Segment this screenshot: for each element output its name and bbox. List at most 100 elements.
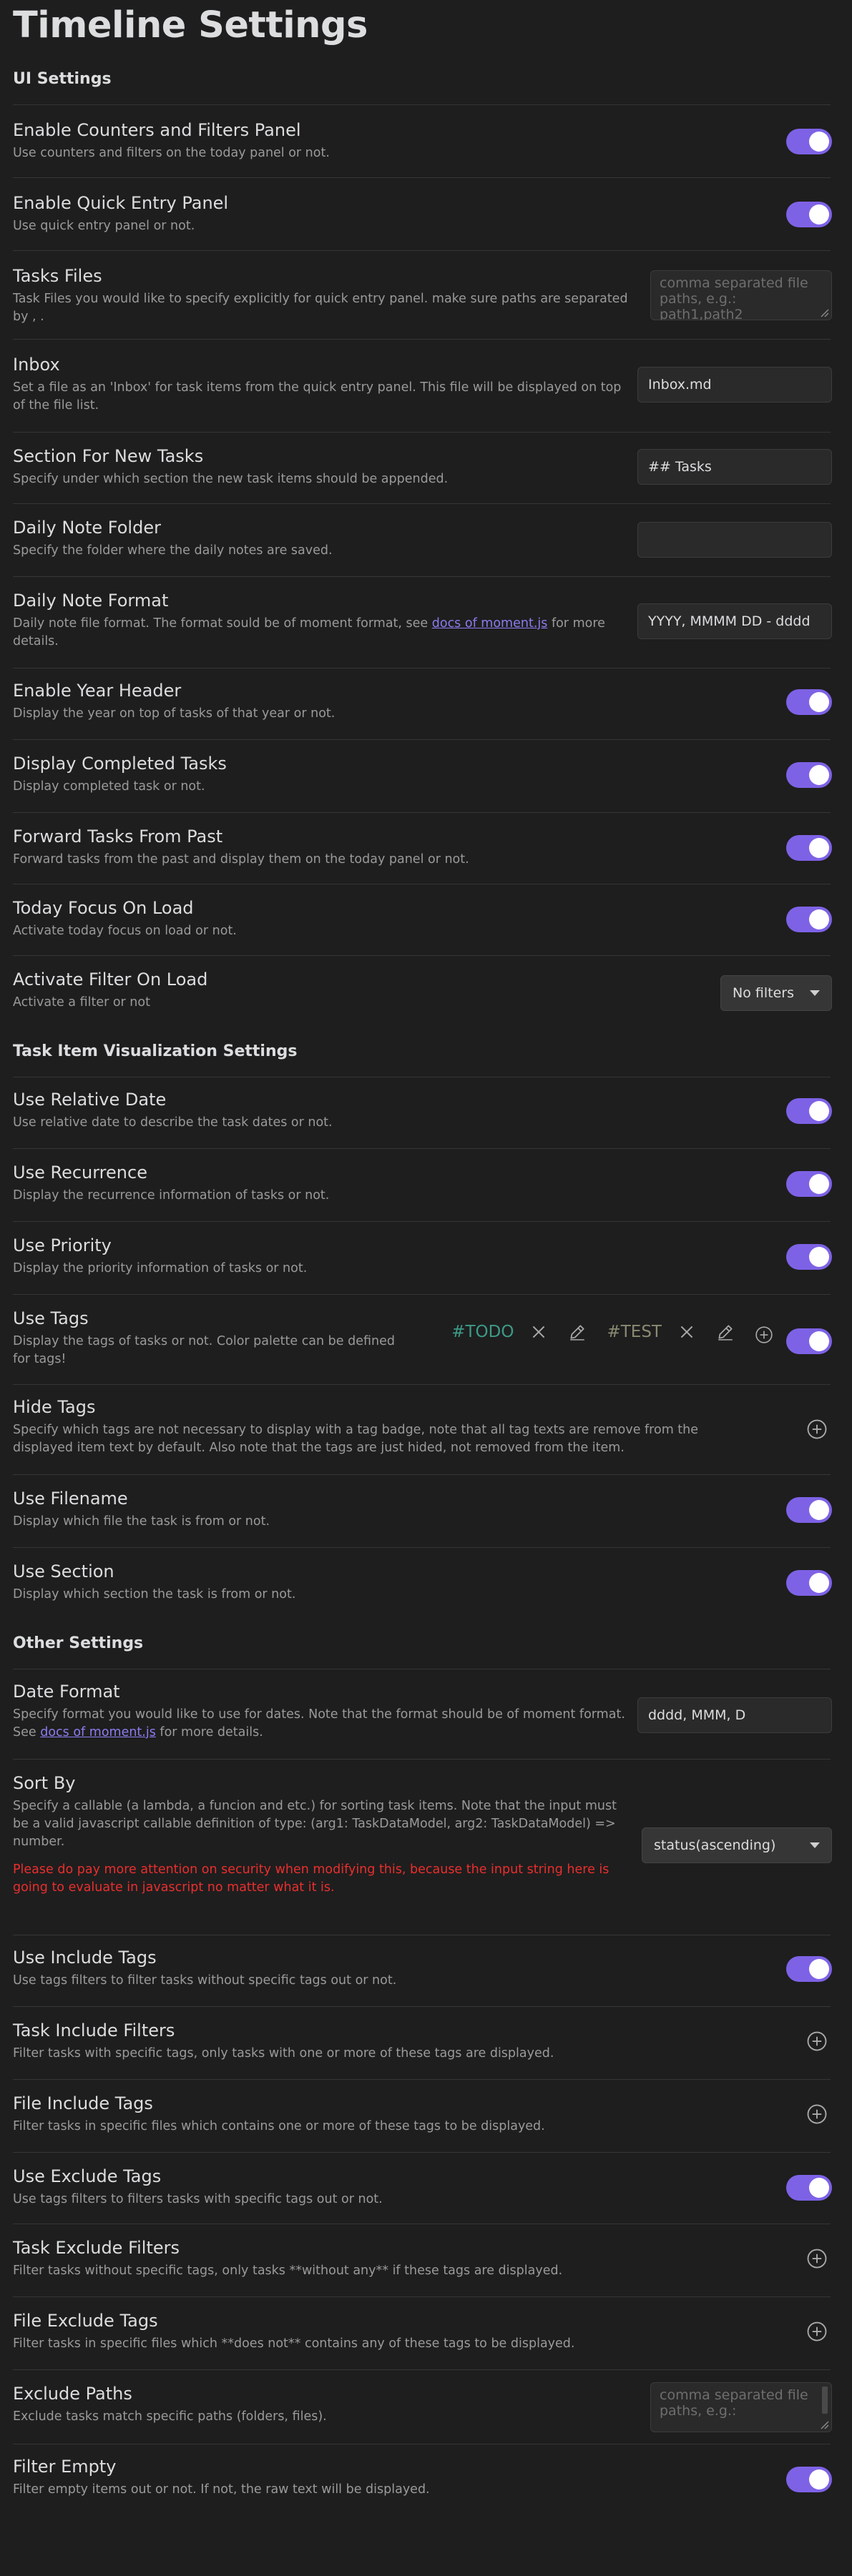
- section-heading-visualization: Task Item Visualization Settings: [13, 1042, 298, 1060]
- resize-handle-icon[interactable]: [819, 307, 829, 317]
- relative-date-toggle[interactable]: [786, 1098, 832, 1124]
- moment-docs-link[interactable]: docs of moment.js: [40, 1725, 156, 1739]
- setting-description: Display completed task or not.: [13, 779, 205, 794]
- pencil-icon[interactable]: [568, 1323, 587, 1341]
- toggle-knob: [809, 692, 829, 712]
- setting-description: Filter tasks without specific tags, only…: [13, 2264, 563, 2278]
- toggle-knob: [809, 1500, 829, 1520]
- setting-name: Use Section: [13, 1561, 114, 1581]
- divider: [13, 1759, 831, 1760]
- moment-docs-link[interactable]: docs of moment.js: [432, 616, 548, 631]
- add-include-filter-icon[interactable]: [806, 2030, 828, 2052]
- dropdown-value: No filters: [733, 985, 794, 1001]
- toggle-knob: [809, 838, 829, 858]
- description-text: Daily note file format. The format sould…: [13, 616, 432, 631]
- priority-toggle[interactable]: [786, 1244, 832, 1270]
- setting-description: Activate today focus on load or not.: [13, 924, 237, 938]
- tag-todo: #TODO: [451, 1323, 514, 1341]
- setting-year-header: Enable Year Header Display the year on t…: [13, 679, 832, 729]
- exclude-paths-textarea[interactable]: [650, 2382, 832, 2432]
- setting-daily-note-folder: Daily Note Folder Specify the folder whe…: [13, 516, 832, 566]
- setting-description: Use quick entry panel or not.: [13, 219, 195, 233]
- divider: [13, 1294, 831, 1295]
- use-section-toggle[interactable]: [786, 1570, 832, 1596]
- tasks-files-textarea[interactable]: [650, 270, 832, 320]
- setting-use-section: Use Section Display which section the ta…: [13, 1560, 832, 1610]
- setting-name: Use Exclude Tags: [13, 2166, 162, 2186]
- setting-description: Display which section the task is from o…: [13, 1587, 296, 1602]
- setting-priority: Use Priority Display the priority inform…: [13, 1234, 832, 1284]
- setting-name: File Exclude Tags: [13, 2311, 158, 2331]
- divider: [13, 250, 831, 251]
- close-icon[interactable]: [677, 1323, 696, 1341]
- add-file-include-icon[interactable]: [806, 2103, 828, 2125]
- textarea-scrollbar[interactable]: [822, 2387, 828, 2414]
- setting-description: Filter tasks in specific files which con…: [13, 2119, 545, 2133]
- exclude-tags-toggle[interactable]: [786, 2175, 832, 2201]
- toggle-knob: [809, 1247, 829, 1267]
- divider: [13, 2369, 831, 2370]
- year-header-toggle[interactable]: [786, 689, 832, 715]
- setting-relative-date: Use Relative Date Use relative date to d…: [13, 1088, 832, 1138]
- resize-handle-icon[interactable]: [819, 2419, 829, 2429]
- use-tags-toggle[interactable]: [786, 1328, 832, 1354]
- quick-entry-toggle[interactable]: [786, 202, 832, 227]
- setting-name: Enable Year Header: [13, 681, 182, 701]
- include-tags-toggle[interactable]: [786, 1956, 832, 1982]
- section-heading-other: Other Settings: [13, 1634, 144, 1652]
- section-new-tasks-input[interactable]: [637, 449, 832, 485]
- setting-name: Enable Quick Entry Panel: [13, 193, 229, 213]
- filter-on-load-dropdown[interactable]: No filters: [720, 975, 832, 1011]
- use-filename-toggle[interactable]: [786, 1497, 832, 1523]
- divider: [13, 812, 831, 813]
- recurrence-toggle[interactable]: [786, 1171, 832, 1197]
- add-exclude-filter-icon[interactable]: [806, 2248, 828, 2269]
- pencil-icon[interactable]: [716, 1323, 735, 1341]
- toggle-knob: [809, 1959, 829, 1979]
- tag-test: #TEST: [607, 1323, 662, 1341]
- divider: [13, 576, 831, 577]
- add-tag-icon[interactable]: [755, 1326, 773, 1344]
- setting-completed-tasks: Display Completed Tasks Display complete…: [13, 752, 832, 802]
- settings-page: Timeline Settings UI Settings Enable Cou…: [0, 0, 852, 2576]
- setting-date-format: Date Format Specify format you would lik…: [13, 1680, 832, 1752]
- setting-counters: Enable Counters and Filters Panel Use co…: [13, 119, 832, 169]
- add-hidden-tag-icon[interactable]: [806, 1418, 828, 1440]
- setting-hide-tags: Hide Tags Specify which tags are not nec…: [13, 1396, 832, 1467]
- setting-name: Use Relative Date: [13, 1090, 167, 1110]
- today-focus-toggle[interactable]: [786, 907, 832, 932]
- setting-description: Filter empty items out or not. If not, t…: [13, 2482, 430, 2497]
- setting-name: Activate Filter On Load: [13, 969, 208, 990]
- setting-description: Specify a callable (a lambda, a funcion …: [13, 1799, 617, 1849]
- setting-description: Use counters and filters on the today pa…: [13, 146, 330, 160]
- setting-name: Enable Counters and Filters Panel: [13, 120, 301, 140]
- setting-name: Use Filename: [13, 1489, 128, 1509]
- filter-empty-toggle[interactable]: [786, 2467, 832, 2492]
- daily-note-folder-input[interactable]: [637, 522, 832, 558]
- sort-by-dropdown[interactable]: status(ascending): [642, 1827, 832, 1863]
- counters-toggle[interactable]: [786, 129, 832, 154]
- setting-daily-note-format: Daily Note Format Daily note file format…: [13, 589, 832, 661]
- completed-tasks-toggle[interactable]: [786, 762, 832, 788]
- date-format-input[interactable]: [637, 1697, 832, 1733]
- toggle-knob: [809, 2469, 829, 2489]
- close-icon[interactable]: [529, 1323, 548, 1341]
- inbox-input[interactable]: [637, 367, 832, 403]
- setting-sort-by: Sort By Specify a callable (a lambda, a …: [13, 1772, 832, 1908]
- toggle-knob: [809, 2178, 829, 2198]
- chevron-down-icon: [810, 1842, 820, 1848]
- setting-quick-entry: Enable Quick Entry Panel Use quick entry…: [13, 192, 832, 242]
- setting-name: Filter Empty: [13, 2457, 117, 2477]
- daily-note-format-input[interactable]: [637, 603, 832, 639]
- setting-exclude-paths: Exclude Paths Exclude tasks match specif…: [13, 2382, 832, 2439]
- setting-description: Specify which tags are not necessary to …: [13, 1423, 699, 1455]
- toggle-knob: [809, 1573, 829, 1593]
- setting-use-include-tags: Use Include Tags Use tags filters to fil…: [13, 1946, 832, 1996]
- setting-name: Sort By: [13, 1773, 76, 1793]
- divider: [13, 2152, 831, 2153]
- description-text: for more details.: [155, 1725, 263, 1739]
- divider: [13, 739, 831, 740]
- add-file-exclude-icon[interactable]: [806, 2321, 828, 2342]
- setting-filter-on-load: Activate Filter On Load Activate a filte…: [13, 968, 832, 1018]
- forward-tasks-toggle[interactable]: [786, 835, 832, 861]
